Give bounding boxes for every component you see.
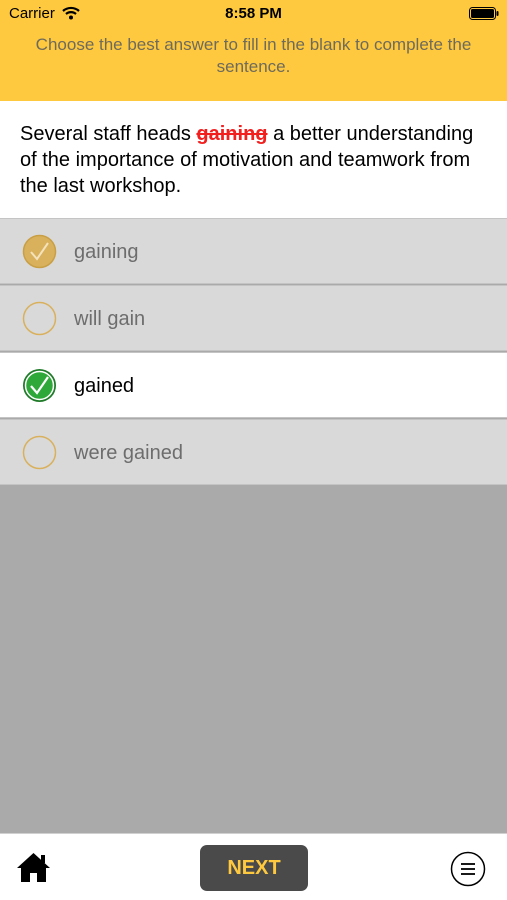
- menu-icon[interactable]: [450, 851, 486, 887]
- option-were-gained[interactable]: were gained: [0, 419, 507, 485]
- option-label: gained: [74, 375, 135, 397]
- battery-icon: [469, 7, 499, 20]
- radio-empty-icon: [22, 301, 57, 336]
- option-gaining[interactable]: gaining: [0, 218, 507, 284]
- option-will-gain[interactable]: will gain: [0, 285, 507, 351]
- status-time: 8:58 PM: [225, 5, 282, 22]
- home-icon[interactable]: [15, 851, 52, 884]
- radio-empty-icon: [22, 435, 57, 470]
- checked-wrong-icon: [22, 234, 57, 269]
- status-bar: Carrier 8:58 PM: [0, 0, 507, 28]
- header: Carrier 8:58 PM Choose the best answer t…: [0, 0, 507, 101]
- question-text-before: Several staff heads: [20, 123, 197, 145]
- wrong-answer-strikethrough: gaining: [196, 123, 268, 145]
- next-button[interactable]: NEXT: [200, 845, 308, 891]
- option-label: will gain: [74, 308, 146, 330]
- option-label: gaining: [74, 241, 139, 263]
- instruction-text: Choose the best answer to fill in the bl…: [35, 35, 472, 76]
- checked-correct-icon: [23, 369, 56, 402]
- option-gained[interactable]: gained: [0, 352, 507, 418]
- option-label: were gained: [74, 442, 183, 464]
- bottom-bar: NEXT: [0, 833, 507, 900]
- question-sentence: Several staff heads gaining a better und…: [0, 101, 507, 219]
